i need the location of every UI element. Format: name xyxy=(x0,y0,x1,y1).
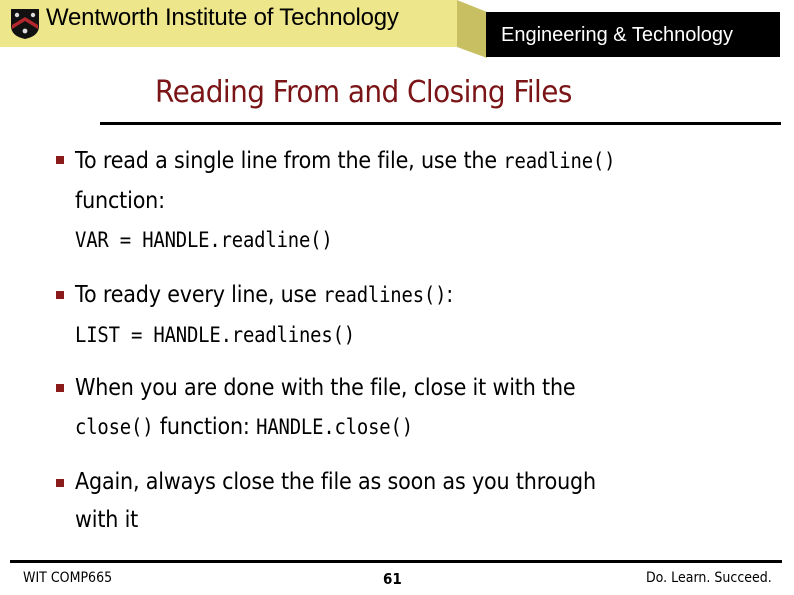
footer-divider xyxy=(10,560,782,563)
text-segment: with it xyxy=(75,507,139,533)
header-fold-decoration xyxy=(457,0,487,58)
bullet-4-line-2: with it xyxy=(75,507,138,533)
footer-course: WIT COMP665 xyxy=(23,570,113,586)
bullet-marker xyxy=(56,384,64,392)
bullet-1-line-1: To read a single line from the file, use… xyxy=(75,148,615,174)
text-segment: When you are done with the file, close i… xyxy=(75,375,576,401)
text-segment: To read a single line from the file, use… xyxy=(75,148,504,174)
department-name: Engineering & Technology xyxy=(501,24,734,46)
bullet-4-line-1: Again, always close the file as soon as … xyxy=(75,469,596,495)
code-segment: VAR = HANDLE.readline() xyxy=(75,228,333,252)
crest-shield-icon xyxy=(11,9,39,39)
code-segment: HANDLE.close() xyxy=(256,415,413,439)
title-divider xyxy=(100,122,781,125)
bullet-1-line-3: VAR = HANDLE.readline() xyxy=(75,227,333,253)
page-number: 61 xyxy=(383,570,402,588)
code-segment: readlines() xyxy=(323,283,447,307)
bullet-2-line-1: To ready every line, use readlines(): xyxy=(75,282,453,308)
bullet-marker xyxy=(56,291,64,299)
code-segment: LIST = HANDLE.readlines() xyxy=(75,323,355,347)
text-segment: function: xyxy=(153,414,257,440)
slide-title: Reading From and Closing Files xyxy=(155,75,572,110)
text-segment: Again, always close the file as soon as … xyxy=(75,469,596,495)
bullet-3-line-2: close() function: HANDLE.close() xyxy=(75,414,413,440)
text-segment: : xyxy=(446,282,454,308)
bullet-marker xyxy=(56,479,64,487)
text-segment: function: xyxy=(75,188,165,214)
bullet-3-line-1: When you are done with the file, close i… xyxy=(75,375,576,401)
code-segment: close() xyxy=(75,415,154,439)
bullet-2-line-2: LIST = HANDLE.readlines() xyxy=(75,322,355,348)
bullet-marker xyxy=(56,156,64,164)
code-segment: readline() xyxy=(503,149,616,173)
institution-name: Wentworth Institute of Technology xyxy=(46,4,399,31)
footer-motto: Do. Learn. Succeed. xyxy=(646,570,772,586)
bullet-1-line-2: function: xyxy=(75,188,165,214)
text-segment: To ready every line, use xyxy=(75,282,324,308)
